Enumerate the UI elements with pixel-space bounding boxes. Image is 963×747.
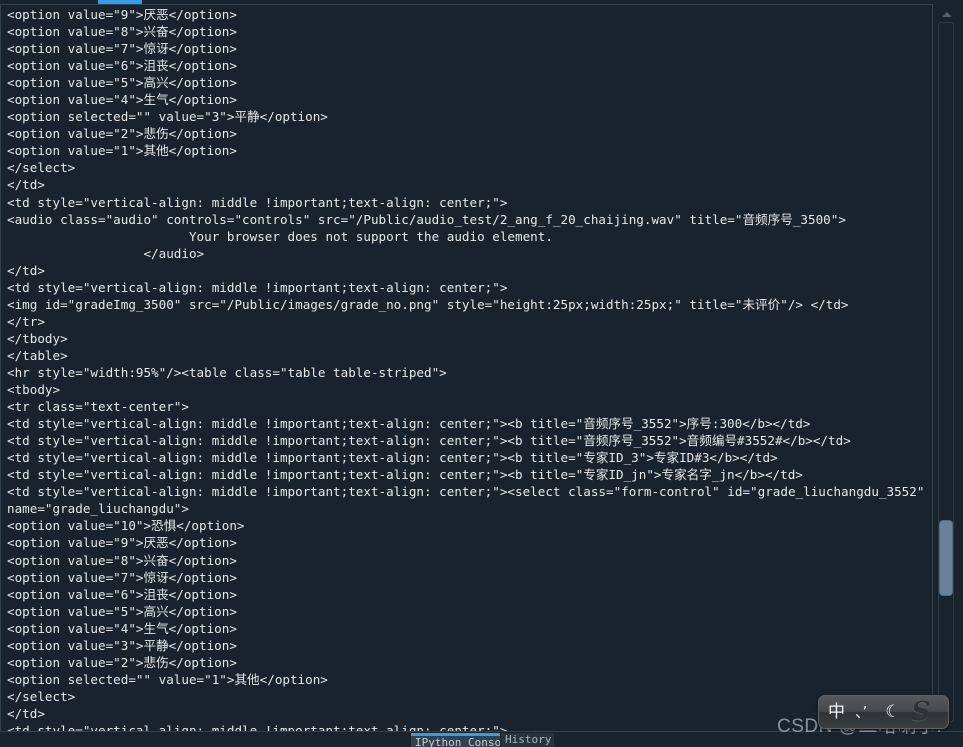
- console-line: <option value="2">悲伤</option>: [7, 126, 237, 142]
- console-line: <tr class="text-center">: [7, 399, 189, 415]
- console-output-pane[interactable]: <option value="9">厌恶</option> <option val…: [0, 4, 932, 732]
- console-line: <hr style="width:95%"/><table class="tab…: [7, 364, 447, 380]
- console-line: </select>: [7, 160, 76, 176]
- console-line: <td style="vertical-align: middle !impor…: [7, 194, 508, 210]
- scroll-up-arrow-icon[interactable]: [942, 12, 952, 17]
- ime-moon-icon[interactable]: ☾: [885, 703, 900, 721]
- console-line: <option value="5">高兴</option>: [7, 75, 237, 91]
- console-line: <option value="7">惊讶</option>: [7, 41, 237, 57]
- console-line: </tbody>: [7, 330, 68, 346]
- console-line: <option value="10">恐惧</option>: [7, 518, 245, 534]
- console-line: <option value="9">厌恶</option>: [7, 535, 237, 551]
- spyder-ipython-console-window: <option value="9">厌恶</option> <option val…: [0, 0, 963, 747]
- console-line: <option value="8">兴奋</option>: [7, 552, 237, 568]
- console-line: <option value="6">沮丧</option>: [7, 586, 237, 602]
- tab-history[interactable]: History: [501, 733, 554, 747]
- console-line: <option value="7">惊讶</option>: [7, 569, 237, 585]
- console-line: name="grade_liuchangdu">: [7, 501, 189, 517]
- console-line: <td style="vertical-align: middle !impor…: [7, 416, 811, 432]
- console-line: <option value="2">悲伤</option>: [7, 654, 237, 670]
- console-line: <option selected="" value="1">其他</option…: [7, 671, 328, 687]
- console-line: <td style="vertical-align: middle !impor…: [7, 484, 925, 500]
- console-line: <td style="vertical-align: middle !impor…: [7, 450, 778, 466]
- console-line: </td>: [7, 705, 45, 721]
- ime-punctuation-icon[interactable]: 、’: [855, 704, 867, 720]
- console-line: <option value="9">厌恶</option>: [7, 7, 237, 22]
- console-line: <option value="4">生气</option>: [7, 620, 237, 636]
- console-line: </table>: [7, 347, 68, 363]
- console-line: </select>: [7, 688, 76, 704]
- ime-language-toggle-button[interactable]: 中: [828, 703, 845, 721]
- console-line: <option selected="" value="3">平静</option…: [7, 109, 328, 125]
- console-line: <option value="8">兴奋</option>: [7, 24, 237, 40]
- console-line: Your browser does not support the audio …: [7, 228, 553, 244]
- ime-floating-toolbar[interactable]: 中 、’ ☾ S: [818, 695, 949, 729]
- console-line: <td style="vertical-align: middle !impor…: [7, 279, 508, 295]
- tab-ipython-console[interactable]: IPython Console: [411, 733, 500, 747]
- scrollbar-track[interactable]: [938, 22, 954, 722]
- console-line: </tr>: [7, 313, 45, 329]
- console-line: <option value="6">沮丧</option>: [7, 58, 237, 74]
- console-line: <td style="vertical-align: middle !impor…: [7, 467, 803, 483]
- console-line: <img id="gradeImg_3500" src="/Public/ima…: [7, 296, 849, 312]
- console-line: <option value="4">生气</option>: [7, 92, 237, 108]
- console-line: </td>: [7, 177, 45, 193]
- bottom-pane-tabbar: IPython Console History: [0, 731, 963, 747]
- console-output-text: <option value="9">厌恶</option> <option val…: [7, 6, 932, 732]
- console-line: </td>: [7, 262, 45, 278]
- console-line: <tbody>: [7, 382, 61, 398]
- console-line: </audio>: [7, 245, 205, 261]
- console-line: <option value="1">其他</option>: [7, 143, 237, 159]
- console-line: <option value="5">高兴</option>: [7, 603, 237, 619]
- vertical-scrollbar[interactable]: [932, 4, 963, 732]
- console-line: <audio class="audio" controls="controls"…: [7, 211, 846, 227]
- console-line: <td style="vertical-align: middle !impor…: [7, 433, 851, 449]
- scrollbar-thumb[interactable]: [939, 520, 953, 596]
- console-line: <option value="3">平静</option>: [7, 637, 237, 653]
- ime-sogou-logo-icon[interactable]: S: [912, 699, 931, 725]
